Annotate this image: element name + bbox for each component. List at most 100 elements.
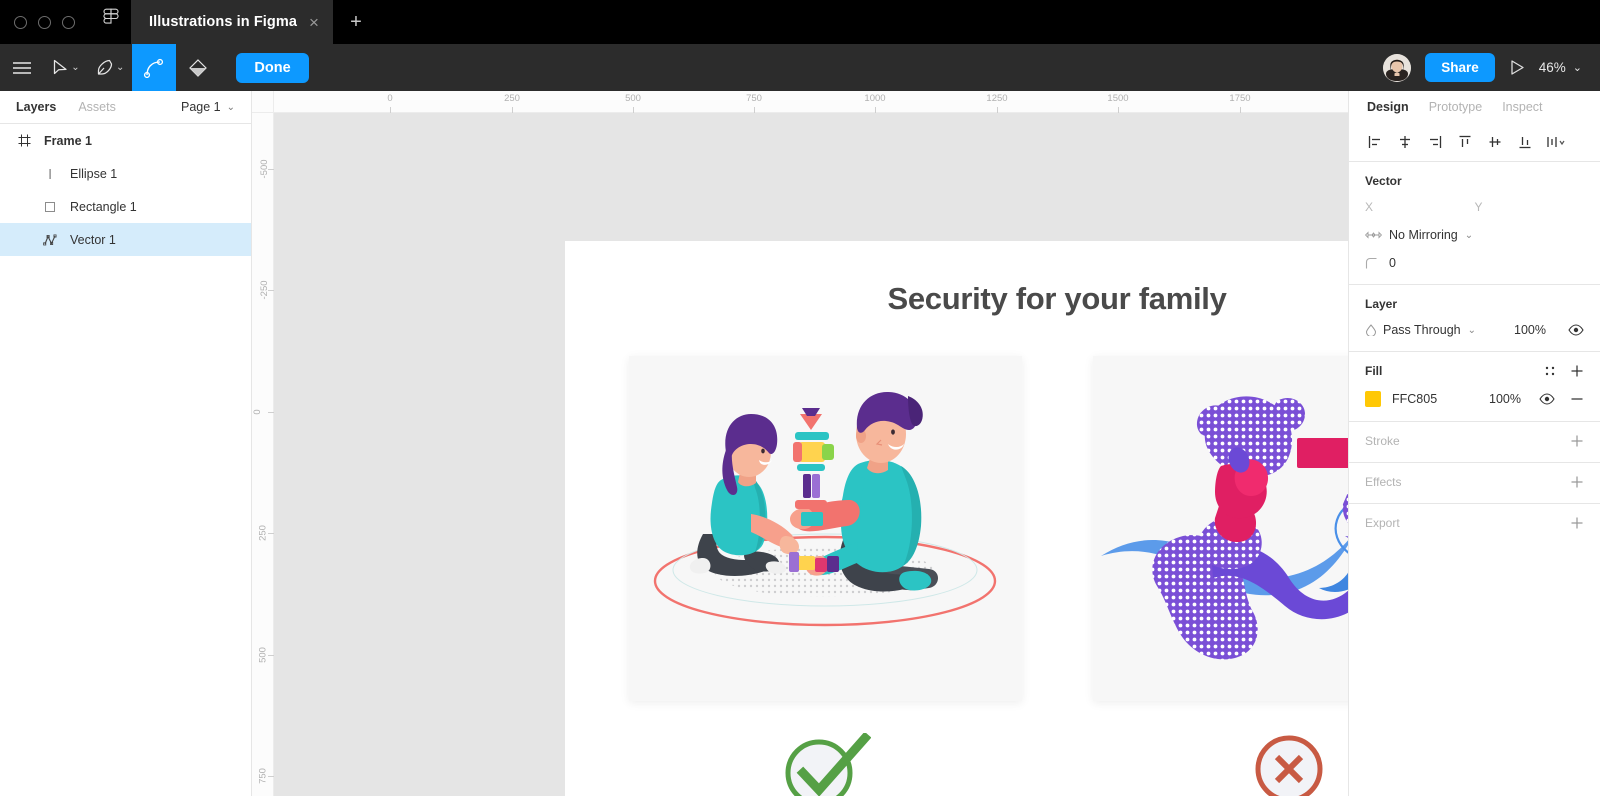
align-horizontal-center-icon[interactable] [1391,129,1419,155]
family-playing-blocks-illustration[interactable] [628,356,1022,701]
layer-properties-row: Pass Through ⌄ 100% [1365,323,1584,337]
chevron-down-icon[interactable]: ⌄ [116,62,124,73]
blend-mode-value: Pass Through [1383,323,1461,337]
chevron-down-icon: ⌄ [1467,324,1476,336]
abstract-figure-illustration[interactable] [1092,356,1348,701]
maximize-window-button[interactable] [62,15,75,29]
section-title: Vector [1365,174,1402,188]
tab-title: Illustrations in Figma [149,14,298,30]
ruler-h-label: 500 [625,93,641,104]
horizontal-ruler[interactable]: 0 250 500 750 1000 1250 1500 1750 [252,91,1348,113]
vector-icon [40,233,60,247]
tab-prototype[interactable]: Prototype [1429,100,1483,114]
layer-section: Layer Pass Through ⌄ 100% [1349,284,1600,351]
ruler-v-label: 250 [257,525,269,541]
plus-icon[interactable] [1570,516,1584,530]
fill-styles-icon[interactable] [1544,365,1556,377]
chevron-down-icon[interactable]: ⌄ [71,62,79,73]
bezier-curve-tool-button[interactable] [132,44,177,91]
ruler-corner [252,91,274,113]
tab-assets[interactable]: Assets [78,100,116,114]
done-button[interactable]: Done [236,52,309,83]
design-canvas[interactable]: Security for your family 0 250 500 750 1… [252,91,1348,796]
corner-radius-icon [1365,257,1387,270]
minus-icon[interactable] [1570,392,1584,406]
layer-item-vector-1[interactable]: Vector 1 [0,223,251,256]
section-title: Export [1365,516,1400,530]
toolbar-left-group: ⌄ ⌄ Done [0,44,309,91]
bezier-curve-tool-icon [143,58,165,78]
ruler-h-label: 1250 [986,93,1008,104]
effects-section: Effects [1349,462,1600,503]
close-window-button[interactable] [14,15,27,29]
eye-icon[interactable] [1568,324,1584,336]
result-badges [565,733,1348,796]
cross-badge-icon [1253,733,1325,796]
plus-icon[interactable] [1570,364,1584,378]
tab-layers[interactable]: Layers [16,100,56,114]
blend-mode-selector[interactable]: Pass Through ⌄ [1365,323,1476,337]
zoom-level-selector[interactable]: 46% ⌄ [1539,60,1582,75]
move-tool-button[interactable]: ⌄ [44,44,88,91]
x-position-field[interactable]: X [1365,200,1475,214]
y-position-field[interactable]: Y [1475,200,1585,214]
layer-label: Frame 1 [44,133,92,148]
align-vertical-center-icon[interactable] [1481,129,1509,155]
ruler-h-label: 250 [504,93,520,104]
distribute-icon[interactable] [1541,129,1569,155]
close-icon[interactable]: × [309,14,319,31]
fill-section-actions [1544,364,1584,378]
tab-design[interactable]: Design [1367,100,1409,114]
new-tab-button[interactable]: + [333,0,379,44]
blend-mode-icon [1365,324,1377,336]
mirroring-selector[interactable]: No Mirroring ⌄ [1365,228,1584,242]
ruler-v-label: 500 [257,647,269,663]
lasso-tool-button[interactable]: ⌄ [88,44,132,91]
share-button[interactable]: Share [1425,53,1495,82]
title-bar: Illustrations in Figma × + [0,0,1600,44]
design-panel: Design Prototype Inspect Vector X Y No M… [1348,91,1600,796]
browser-tab-active[interactable]: Illustrations in Figma × [131,0,333,44]
align-left-icon[interactable] [1361,129,1389,155]
stroke-section: Stroke [1349,421,1600,462]
present-play-icon[interactable] [1509,59,1525,76]
layer-item-ellipse-1[interactable]: Ellipse 1 [0,157,251,190]
fill-color-swatch[interactable] [1365,391,1381,407]
frame-1-artboard[interactable]: Security for your family [565,241,1348,796]
plus-icon[interactable] [1570,475,1584,489]
move-tool-icon [52,59,69,77]
align-bottom-icon[interactable] [1511,129,1539,155]
corner-radius-value: 0 [1389,256,1396,270]
minimize-window-button[interactable] [38,15,51,29]
fill-hex-value[interactable]: FFC805 [1392,392,1437,406]
paint-bucket-button[interactable] [176,44,220,91]
stroke-section-header: Stroke [1365,434,1584,448]
align-right-icon[interactable] [1421,129,1449,155]
vector-position-row: X Y [1365,200,1584,214]
check-badge-icon [779,733,871,796]
align-top-icon[interactable] [1451,129,1479,155]
export-section: Export [1349,503,1600,544]
tab-inspect[interactable]: Inspect [1502,100,1542,114]
vector-section-header: Vector [1365,174,1584,188]
figma-app-window: Illustrations in Figma × + ⌄ ⌄ Done Shar… [0,0,1600,796]
lasso-tool-icon [96,59,114,77]
page-selector[interactable]: Page 1 ⌄ [181,100,235,114]
avatar[interactable] [1383,53,1412,82]
badge-slot-left [629,733,1022,796]
corner-radius-field[interactable]: 0 [1365,256,1584,270]
eye-icon[interactable] [1539,393,1555,405]
y-label: Y [1474,200,1483,214]
canvas-content: Security for your family [274,113,1348,796]
layer-item-rectangle-1[interactable]: Rectangle 1 [0,190,251,223]
plus-icon[interactable] [1570,434,1584,448]
layer-item-frame-1[interactable]: Frame 1 [0,124,251,157]
fill-section-header: Fill [1365,364,1584,378]
hamburger-menu-icon[interactable] [0,44,44,91]
mirroring-value: No Mirroring [1389,228,1458,242]
vertical-ruler[interactable]: -500 -250 0 250 500 750 [252,91,274,796]
ruler-h-label: 1000 [864,93,886,104]
figma-logo-icon[interactable] [91,0,131,44]
fill-opacity-value[interactable]: 100% [1489,392,1521,406]
layer-opacity-value[interactable]: 100% [1514,323,1546,337]
